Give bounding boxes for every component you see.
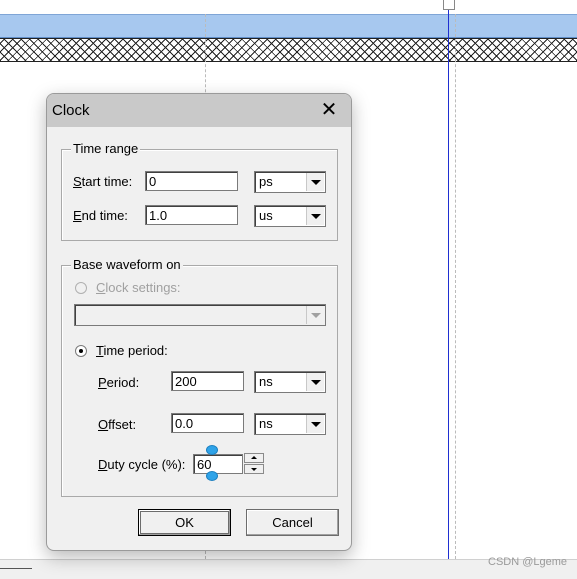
chevron-down-icon[interactable] bbox=[306, 207, 324, 225]
start-time-unit-select[interactable]: ps bbox=[254, 171, 326, 193]
duty-cycle-label: Duty cycle (%): bbox=[98, 457, 186, 472]
period-unit-value: ns bbox=[259, 374, 273, 389]
selected-signal-row[interactable] bbox=[0, 14, 577, 38]
ok-button[interactable]: OK bbox=[138, 509, 231, 536]
chevron-down-icon[interactable] bbox=[306, 373, 324, 391]
dialog-titlebar[interactable]: Clock ✕ bbox=[47, 94, 351, 127]
chevron-down-icon[interactable] bbox=[306, 415, 324, 433]
time-cursor-handle[interactable] bbox=[443, 0, 455, 10]
time-period-label[interactable]: Time period: bbox=[96, 343, 168, 358]
base-waveform-legend: Base waveform on bbox=[71, 257, 183, 272]
offset-label: Offset: bbox=[98, 417, 137, 432]
period-input[interactable]: 200 bbox=[171, 371, 244, 391]
end-time-input[interactable]: 1.0 bbox=[145, 205, 238, 225]
end-time-unit-select[interactable]: us bbox=[254, 205, 326, 227]
spin-up-icon[interactable] bbox=[244, 453, 264, 463]
clock-dialog: Clock ✕ Time range Start time: 0 ps End … bbox=[46, 93, 352, 551]
waveform-header bbox=[0, 0, 577, 15]
text-selection-handle[interactable] bbox=[206, 445, 218, 455]
duty-cycle-input[interactable]: 60 bbox=[193, 454, 243, 474]
chevron-down-icon[interactable] bbox=[306, 173, 324, 191]
offset-unit-value: ns bbox=[259, 416, 273, 431]
start-time-label: Start time: bbox=[73, 174, 133, 189]
watermark: CSDN @Lgeme bbox=[488, 556, 568, 568]
grid-line bbox=[455, 14, 456, 559]
clock-settings-radio bbox=[75, 282, 87, 294]
time-period-radio[interactable] bbox=[75, 345, 87, 357]
spin-down-icon[interactable] bbox=[244, 464, 264, 474]
end-time-unit-value: us bbox=[259, 208, 273, 223]
chevron-down-icon bbox=[306, 306, 324, 324]
time-range-group bbox=[61, 149, 338, 241]
cancel-button[interactable]: Cancel bbox=[246, 509, 339, 536]
close-icon[interactable]: ✕ bbox=[314, 97, 344, 123]
clock-settings-select bbox=[74, 304, 326, 326]
status-divider bbox=[0, 568, 32, 569]
text-selection-handle[interactable] bbox=[206, 471, 218, 481]
clock-settings-label: Clock settings: bbox=[96, 280, 181, 295]
time-range-legend: Time range bbox=[71, 141, 141, 156]
start-time-unit-value: ps bbox=[259, 174, 273, 189]
time-cursor[interactable] bbox=[448, 0, 449, 560]
end-time-label: End time: bbox=[73, 208, 128, 223]
dialog-title: Clock bbox=[52, 102, 90, 119]
period-label: Period: bbox=[98, 375, 140, 390]
offset-unit-select[interactable]: ns bbox=[254, 413, 326, 435]
start-time-input[interactable]: 0 bbox=[145, 171, 238, 191]
duty-cycle-spinner[interactable] bbox=[244, 452, 266, 476]
period-unit-select[interactable]: ns bbox=[254, 371, 326, 393]
offset-input[interactable]: 0.0 bbox=[171, 413, 244, 433]
undefined-signal-waveform[interactable] bbox=[0, 38, 577, 62]
